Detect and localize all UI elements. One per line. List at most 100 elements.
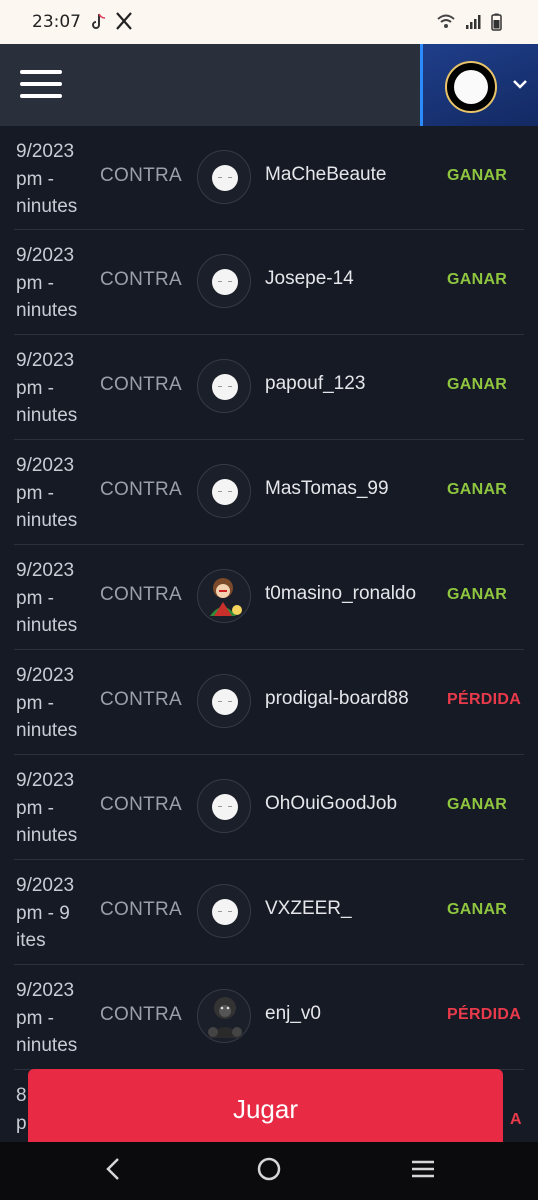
opponent-avatar[interactable] xyxy=(197,884,251,938)
game-date-line: 9/2023 xyxy=(16,350,75,371)
game-date: 9/2023 pm - ninutes xyxy=(16,557,86,640)
opponent-avatar[interactable] xyxy=(197,779,251,833)
status-time: 23:07 xyxy=(32,12,81,32)
game-history-list: 9/2023 pm - ninutes CONTRA MaCheBeaute GANAR 9… xyxy=(0,126,538,1142)
opponent-avatar[interactable] xyxy=(197,254,251,308)
game-date-line: pm - xyxy=(16,1007,54,1029)
game-row[interactable]: 9/2023 pm - ninutes CONTRA MaCheBeaute GANAR xyxy=(14,126,524,230)
game-result: PÉRDIDA xyxy=(447,691,522,708)
opponent-username[interactable]: MaCheBeaute xyxy=(265,164,386,186)
play-button[interactable]: Jugar xyxy=(28,1069,503,1149)
game-date-line: pm - xyxy=(16,168,54,190)
face-icon xyxy=(212,479,238,505)
face-icon xyxy=(212,374,238,400)
face-icon xyxy=(212,689,238,715)
user-avatar[interactable] xyxy=(445,61,497,113)
versus-label: CONTRA xyxy=(100,689,183,710)
hamburger-icon[interactable] xyxy=(20,70,62,100)
game-row[interactable]: 9/2023 pm - ninutes CONTRA prodigal-board88 P… xyxy=(14,650,524,755)
game-date-line: 9/2023 xyxy=(16,245,75,266)
battery-icon xyxy=(491,13,502,36)
game-result: GANAR xyxy=(447,376,508,393)
game-result: A xyxy=(510,1111,522,1128)
game-date-line: ninutes xyxy=(16,196,78,217)
game-date-line: ites xyxy=(16,930,46,951)
game-row[interactable]: 9/2023 pm - ninutes CONTRA t0masino_ronaldo G… xyxy=(14,545,524,650)
game-date-line: pm - xyxy=(16,587,54,609)
home-icon[interactable] xyxy=(256,1156,282,1189)
recents-icon[interactable] xyxy=(410,1156,436,1189)
face-icon xyxy=(212,899,238,925)
game-row[interactable]: 9/2023 pm - 9 ites CONTRA VXZEER_ GANAR xyxy=(14,860,524,965)
game-date-line: pm - xyxy=(16,482,54,504)
status-indicators xyxy=(437,13,502,36)
opponent-username[interactable]: Josepe-14 xyxy=(265,268,354,290)
versus-label: CONTRA xyxy=(100,584,183,605)
game-date: 9/2023 pm - ninutes xyxy=(16,977,86,1060)
game-result: GANAR xyxy=(447,586,508,603)
versus-label: CONTRA xyxy=(100,899,183,920)
opponent-avatar[interactable] xyxy=(197,359,251,413)
game-date-line: pm - xyxy=(16,797,54,819)
wifi-icon xyxy=(437,14,455,35)
game-date-line: ninutes xyxy=(16,825,78,846)
versus-label: CONTRA xyxy=(100,1004,183,1025)
game-result: GANAR xyxy=(447,167,508,184)
game-date-line: 9/2023 xyxy=(16,665,75,686)
game-result: GANAR xyxy=(447,271,508,288)
status-bar: 23:07 xyxy=(0,0,538,44)
game-date-line: pm - xyxy=(16,272,54,294)
game-result: GANAR xyxy=(447,481,508,498)
game-row[interactable]: 9/2023 pm - ninutes CONTRA enj_v0 PÉRDIDA xyxy=(14,965,524,1070)
opponent-username[interactable]: MasTomas_99 xyxy=(265,478,389,500)
game-date: 9/2023 pm - ninutes xyxy=(16,452,86,535)
game-date-line: 9/2023 xyxy=(16,560,75,581)
versus-label: CONTRA xyxy=(100,165,183,186)
versus-label: CONTRA xyxy=(100,479,183,500)
opponent-username[interactable]: t0masino_ronaldo xyxy=(265,583,416,605)
opponent-avatar[interactable] xyxy=(197,569,251,623)
navigation-bar xyxy=(0,1142,538,1200)
game-date-line: 9/2023 xyxy=(16,770,75,791)
game-date-line: pm - xyxy=(16,377,54,399)
game-date: 9/2023 pm - ninutes xyxy=(16,662,86,745)
opponent-avatar[interactable] xyxy=(197,464,251,518)
opponent-avatar[interactable] xyxy=(197,674,251,728)
opponent-username[interactable]: VXZEER_ xyxy=(265,898,352,920)
back-icon[interactable] xyxy=(104,1156,122,1189)
tiktok-icon xyxy=(90,12,108,38)
user-menu[interactable] xyxy=(420,44,538,126)
game-result: PÉRDIDA xyxy=(447,1006,522,1023)
game-date: 9/2023 pm - 9 ites xyxy=(16,872,86,955)
game-result: GANAR xyxy=(447,901,508,918)
face-icon xyxy=(212,269,238,295)
game-row[interactable]: 9/2023 pm - ninutes CONTRA OhOuiGoodJob GANAR xyxy=(14,755,524,860)
versus-label: CONTRA xyxy=(100,794,183,815)
game-row[interactable]: 9/2023 pm - ninutes CONTRA Josepe-14 GANAR xyxy=(14,230,524,335)
chevron-down-icon[interactable] xyxy=(512,74,528,95)
game-date-line: 9/2023 xyxy=(16,875,75,896)
game-date-line: pm - 9 xyxy=(16,902,70,924)
game-date-line: 9/2023 xyxy=(16,980,75,1001)
versus-label: CONTRA xyxy=(100,269,183,290)
game-date-line: ninutes xyxy=(16,405,78,426)
game-date: 9/2023 pm - ninutes xyxy=(16,242,86,325)
game-row[interactable]: 9/2023 pm - ninutes CONTRA MasTomas_99 GANAR xyxy=(14,440,524,545)
top-bar xyxy=(0,44,538,126)
opponent-username[interactable]: enj_v0 xyxy=(265,1003,321,1025)
opponent-avatar[interactable] xyxy=(197,989,251,1043)
game-row[interactable]: 9/2023 pm - ninutes CONTRA papouf_123 GANAR xyxy=(14,335,524,440)
opponent-username[interactable]: prodigal-board88 xyxy=(265,688,409,710)
versus-label: CONTRA xyxy=(100,374,183,395)
opponent-username[interactable]: OhOuiGoodJob xyxy=(265,793,397,815)
game-date-line: ninutes xyxy=(16,1035,78,1056)
opponent-avatar[interactable] xyxy=(197,150,251,204)
game-date-line: ninutes xyxy=(16,615,78,636)
game-date-line: pm - xyxy=(16,692,54,714)
opponent-username[interactable]: papouf_123 xyxy=(265,373,365,395)
game-date: 9/2023 pm - ninutes xyxy=(16,767,86,850)
game-date-line: ninutes xyxy=(16,300,78,321)
game-date-line: 9/2023 xyxy=(16,141,75,162)
game-date-line: 9/2023 xyxy=(16,455,75,476)
game-result: GANAR xyxy=(447,796,508,813)
